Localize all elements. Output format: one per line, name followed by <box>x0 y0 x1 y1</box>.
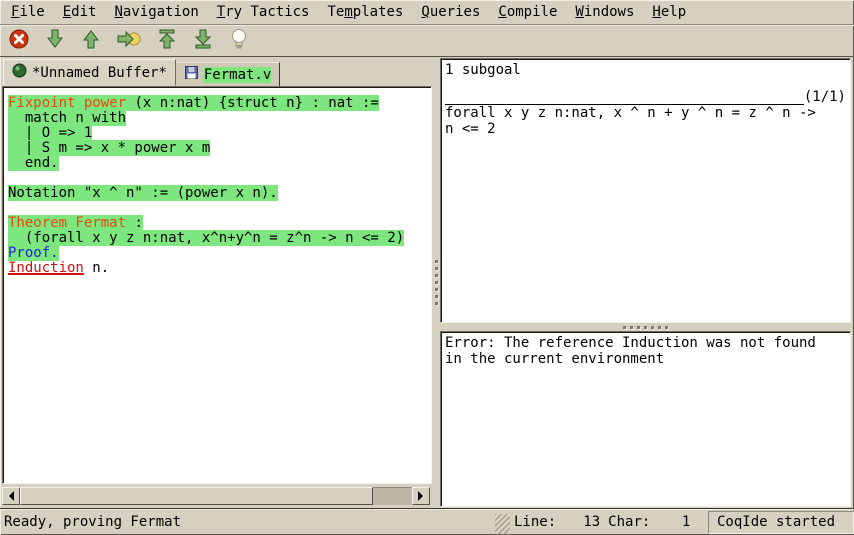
buffer-status-icon <box>12 63 27 82</box>
scroll-right-button[interactable] <box>412 487 430 505</box>
code-line: end. <box>8 156 431 171</box>
menubar: File Edit Navigation Try Tactics Templat… <box>0 0 854 25</box>
goal-separator-row: (1/1) <box>445 90 846 105</box>
stop-icon <box>8 28 30 54</box>
menu-try-tactics[interactable]: Try Tactics <box>208 2 319 22</box>
vertical-pane-splitter[interactable] <box>432 57 440 508</box>
go-to-cursor-button[interactable] <box>113 28 145 54</box>
code-line: (forall x y z n:nat, x^n+y^n = z^n -> n … <box>8 231 431 246</box>
code-line: Notation "x ^ n" := (power x n). <box>8 186 431 201</box>
line-label: Line: <box>514 514 556 530</box>
error-message: Error: The reference Induction was not f… <box>445 335 846 367</box>
scrollbar-track[interactable] <box>20 487 412 505</box>
menu-file[interactable]: File <box>2 2 54 22</box>
code-line: | S m => x * power x m <box>8 141 431 156</box>
goal-counter: (1/1) <box>804 90 846 105</box>
goal-separator-line <box>445 91 804 105</box>
menu-help[interactable]: Help <box>643 2 695 22</box>
main-area: *Unnamed Buffer* Fermat.v Fixpoint power… <box>0 57 854 508</box>
code-line: Fixpoint power (x n:nat) {struct n} : na… <box>8 96 431 111</box>
status-message: Ready, proving Fermat <box>0 514 495 530</box>
scrollbar-thumb[interactable] <box>20 487 373 505</box>
triangle-left-icon <box>4 491 14 501</box>
stop-button[interactable] <box>5 28 33 54</box>
goal-statement: forall x y z n:nat, x ^ n + y ^ n = z ^ … <box>445 105 846 137</box>
char-value: 1 <box>650 514 690 530</box>
code-line: match n with <box>8 111 431 126</box>
tab-label: Fermat.v <box>204 67 271 83</box>
go-to-end-button[interactable] <box>189 28 217 54</box>
go-to-cursor-icon <box>116 28 142 54</box>
code-line: Theorem Fermat : <box>8 216 431 231</box>
toolbar <box>0 25 854 57</box>
message-view[interactable]: Error: The reference Induction was not f… <box>440 331 851 507</box>
script-editor[interactable]: Fixpoint power (x n:nat) {struct n} : na… <box>2 86 432 484</box>
step-forward-button[interactable] <box>41 28 69 54</box>
coqide-window: { "menubar": { "items": [ {"pre": "", "a… <box>0 0 854 535</box>
step-backward-button[interactable] <box>77 28 105 54</box>
script-panel: *Unnamed Buffer* Fermat.v Fixpoint power… <box>0 57 432 508</box>
menu-windows[interactable]: Windows <box>566 2 643 22</box>
char-label: Char: <box>608 514 650 530</box>
floppy-icon <box>184 65 199 84</box>
menu-navigation[interactable]: Navigation <box>105 2 207 22</box>
goal-header: 1 subgoal <box>445 62 846 78</box>
horizontal-pane-splitter[interactable] <box>440 323 851 331</box>
statusbar: Ready, proving Fermat Line:13 Char:1 CoqI… <box>0 508 854 535</box>
code-line: Induction n. <box>8 261 431 276</box>
code-line: | O => 1 <box>8 126 431 141</box>
tab-unnamed-buffer[interactable]: *Unnamed Buffer* <box>3 59 176 86</box>
hint-button[interactable] <box>225 28 253 54</box>
restart-button[interactable] <box>153 28 181 54</box>
triangle-right-icon <box>418 491 428 501</box>
hint-icon <box>230 28 248 54</box>
step-forward-icon <box>45 28 65 54</box>
menu-edit[interactable]: Edit <box>54 2 106 22</box>
restart-icon <box>157 28 177 54</box>
cursor-position: Line:13 Char:1 <box>510 514 708 530</box>
code-line: Proof. <box>8 246 431 261</box>
code-line <box>8 201 431 216</box>
menu-templates[interactable]: Templates <box>319 2 413 22</box>
goal-view[interactable]: 1 subgoal (1/1) forall x y z n:nat, x ^ … <box>440 58 851 323</box>
resize-grip[interactable] <box>495 514 510 535</box>
step-backward-icon <box>81 28 101 54</box>
tab-fermat-v[interactable]: Fermat.v <box>176 62 280 86</box>
go-to-end-icon <box>193 28 213 54</box>
buffer-tabs: *Unnamed Buffer* Fermat.v <box>2 57 432 86</box>
menu-queries[interactable]: Queries <box>412 2 489 22</box>
ide-status: CoqIde started <box>708 511 854 534</box>
code-line <box>8 171 431 186</box>
menu-compile[interactable]: Compile <box>489 2 566 22</box>
tab-label: *Unnamed Buffer* <box>32 65 167 81</box>
scroll-left-button[interactable] <box>2 487 20 505</box>
proof-panel: 1 subgoal (1/1) forall x y z n:nat, x ^ … <box>440 57 854 508</box>
horizontal-scrollbar[interactable] <box>2 487 430 505</box>
line-value: 13 <box>556 514 600 530</box>
